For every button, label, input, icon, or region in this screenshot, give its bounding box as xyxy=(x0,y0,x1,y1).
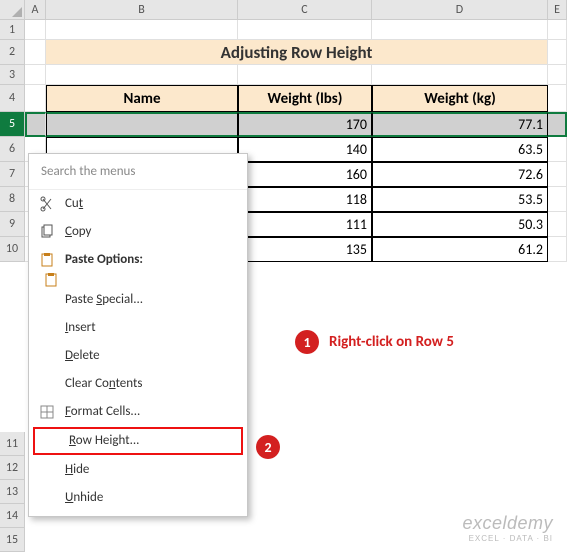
select-all-corner[interactable] xyxy=(0,0,25,20)
menu-label: Cut xyxy=(65,196,83,211)
cell[interactable] xyxy=(548,65,567,85)
menu-cut[interactable]: Cut xyxy=(29,190,247,218)
menu-label: Insert xyxy=(65,320,96,335)
watermark-line1: exceldemy xyxy=(462,513,553,534)
format-cells-icon xyxy=(39,404,55,420)
row-header-9[interactable]: 9 xyxy=(0,212,25,237)
menu-paste-default[interactable] xyxy=(29,274,247,286)
row-header-2[interactable]: 2 xyxy=(0,40,25,65)
cell-selected[interactable] xyxy=(548,112,567,137)
context-menu: Search the menus Cut Copy Paste Options:… xyxy=(28,153,248,517)
menu-label: Delete xyxy=(65,348,100,363)
row-header-7[interactable]: 7 xyxy=(0,162,25,187)
row-header-6[interactable]: 6 xyxy=(0,137,25,162)
row-header-13[interactable]: 13 xyxy=(0,480,25,504)
row-header-11[interactable]: 11 xyxy=(0,432,25,456)
cell[interactable] xyxy=(372,65,548,85)
menu-label: Hide xyxy=(65,462,89,477)
col-header-c[interactable]: C xyxy=(238,0,372,20)
menu-unhide[interactable]: Unhide xyxy=(29,484,247,512)
cell-selected[interactable]: 170 xyxy=(238,112,372,137)
cell[interactable]: 63.5 xyxy=(372,137,548,162)
cell-selected[interactable]: 77.1 xyxy=(372,112,548,137)
menu-insert[interactable]: Insert xyxy=(29,314,247,342)
menu-row-height[interactable]: Row Height... xyxy=(33,427,243,455)
cell[interactable] xyxy=(238,65,372,85)
cell-selected[interactable] xyxy=(25,112,46,137)
menu-label: Copy xyxy=(65,224,91,239)
menu-search-input[interactable]: Search the menus xyxy=(29,154,247,190)
menu-copy[interactable]: Copy xyxy=(29,218,247,246)
menu-hide[interactable]: Hide xyxy=(29,456,247,484)
menu-format-cells[interactable]: Format Cells... xyxy=(29,398,247,426)
col-header-e[interactable]: E xyxy=(548,0,567,20)
col-header-d[interactable]: D xyxy=(372,0,548,20)
watermark: exceldemy EXCEL · DATA · BI xyxy=(462,513,553,543)
cell[interactable]: 53.5 xyxy=(372,187,548,212)
row-header-5[interactable]: 5 xyxy=(0,112,25,137)
cell[interactable] xyxy=(548,212,567,237)
hdr-weight-lbs[interactable]: Weight (lbs) xyxy=(238,85,372,112)
menu-label: Paste Special... xyxy=(65,292,143,307)
row-header-12[interactable]: 12 xyxy=(0,456,25,480)
col-header-a[interactable]: A xyxy=(25,0,46,20)
row-header-8[interactable]: 8 xyxy=(0,187,25,212)
cell[interactable] xyxy=(46,65,238,85)
cell[interactable]: 61.2 xyxy=(372,237,548,262)
cell[interactable] xyxy=(25,20,46,40)
cell[interactable] xyxy=(238,20,372,40)
cell[interactable] xyxy=(25,40,46,65)
cell[interactable]: 50.3 xyxy=(372,212,548,237)
callout-1: 1 Right-click on Row 5 xyxy=(295,330,454,354)
cell[interactable] xyxy=(548,237,567,262)
clipboard-icon xyxy=(39,252,55,268)
callout-badge-1: 1 xyxy=(295,330,319,354)
callout-text-1: Right-click on Row 5 xyxy=(329,333,454,351)
hdr-weight-kg[interactable]: Weight (kg) xyxy=(372,85,548,112)
cell[interactable]: 135 xyxy=(238,237,372,262)
row-header-4[interactable]: 4 xyxy=(0,85,25,112)
scissors-icon xyxy=(39,196,55,212)
menu-paste-options: Paste Options: xyxy=(29,246,247,274)
cell[interactable]: 140 xyxy=(238,137,372,162)
cell[interactable] xyxy=(548,137,567,162)
row-header-14[interactable]: 14 xyxy=(0,504,25,528)
cell-selected[interactable] xyxy=(46,112,238,137)
callout-badge-2: 2 xyxy=(256,435,280,459)
menu-clear-contents[interactable]: Clear Contents xyxy=(29,370,247,398)
menu-label: Paste Options: xyxy=(65,252,143,267)
menu-label: Unhide xyxy=(65,490,103,505)
hdr-name[interactable]: Name xyxy=(46,85,238,112)
col-header-b[interactable]: B xyxy=(46,0,238,20)
row-header-15[interactable]: 15 xyxy=(0,528,25,552)
cell[interactable] xyxy=(46,20,238,40)
cell[interactable]: 72.6 xyxy=(372,162,548,187)
row-header-3[interactable]: 3 xyxy=(0,65,25,85)
copy-icon xyxy=(39,224,55,240)
menu-label: Row Height... xyxy=(69,433,139,448)
row-header-1[interactable]: 1 xyxy=(0,20,25,40)
menu-paste-special[interactable]: Paste Special... xyxy=(29,286,247,314)
cell[interactable] xyxy=(548,187,567,212)
title-cell[interactable]: Adjusting Row Height xyxy=(46,40,548,65)
cell[interactable] xyxy=(25,85,46,112)
cell[interactable] xyxy=(548,162,567,187)
watermark-line2: EXCEL · DATA · BI xyxy=(462,534,553,543)
cell[interactable] xyxy=(548,20,567,40)
menu-delete[interactable]: Delete xyxy=(29,342,247,370)
menu-label: Clear Contents xyxy=(65,376,142,391)
row-header-10[interactable]: 10 xyxy=(0,237,25,262)
cell[interactable] xyxy=(372,20,548,40)
cell[interactable] xyxy=(25,65,46,85)
cell[interactable]: 160 xyxy=(238,162,372,187)
cell[interactable] xyxy=(548,85,567,112)
cell[interactable]: 111 xyxy=(238,212,372,237)
menu-label: Format Cells... xyxy=(65,404,140,419)
cell[interactable] xyxy=(548,40,567,65)
cell[interactable]: 118 xyxy=(238,187,372,212)
